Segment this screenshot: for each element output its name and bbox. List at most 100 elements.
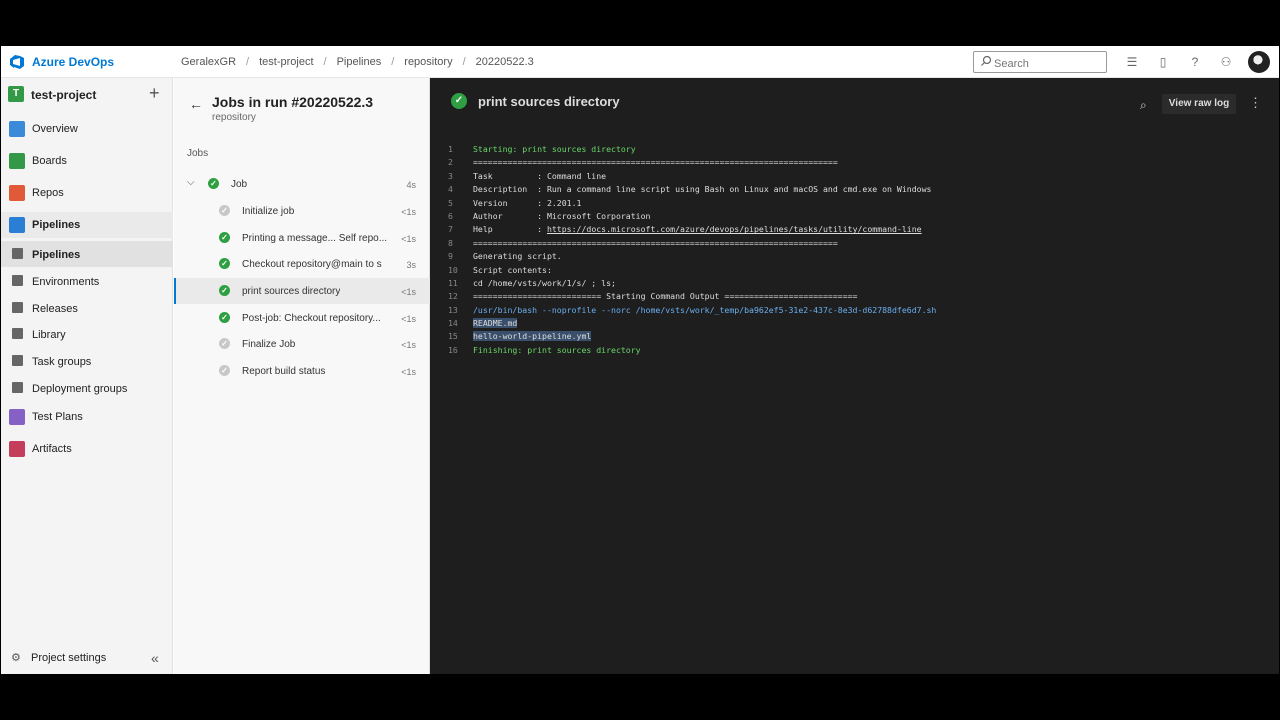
sidebar-item-label: Test Plans: [32, 411, 83, 423]
line-text: cd /home/vsts/work/1/s/ ; ls;: [473, 277, 616, 288]
top-bar: Azure DevOps GeralexGR / test-project / Pipe…: [1, 46, 1279, 78]
breadcrumb-run[interactable]: 20220522.3: [476, 56, 534, 68]
step-duration: <1s: [401, 234, 416, 244]
browser-frame: Azure DevOps GeralexGR / test-project / Pipe…: [1, 46, 1279, 674]
skipped-icon: ✓: [219, 205, 230, 216]
view-raw-log-button[interactable]: View raw log: [1162, 94, 1236, 114]
line-text: /usr/bin/bash --noprofile --norc /home/v…: [473, 304, 937, 315]
log-line: 7 Help : https://docs.microsoft.com/azure…: [448, 223, 936, 236]
step-label: Checkout repository@main to s: [242, 259, 382, 270]
step-row[interactable]: ✓ Report build status <1s: [174, 358, 430, 384]
success-icon: ✓: [219, 258, 230, 269]
step-row[interactable]: ✓ Checkout repository@main to s 3s: [174, 251, 430, 277]
back-arrow-icon[interactable]: ←: [189, 96, 203, 112]
collapse-sidebar-icon[interactable]: «: [151, 650, 159, 666]
avatar[interactable]: [1248, 51, 1270, 73]
test-plans-icon: [9, 409, 25, 425]
line-number: 3: [448, 170, 453, 181]
sidebar-item-boards[interactable]: Boards: [1, 148, 173, 174]
project-name[interactable]: test-project: [31, 88, 96, 102]
more-options-icon[interactable]: ⋮: [1249, 95, 1262, 111]
boards-icon: [9, 153, 25, 169]
step-duration: <1s: [401, 314, 416, 324]
line-number: 11: [448, 277, 458, 288]
job-row[interactable]: ⌵ ✓ Job 4s: [174, 171, 430, 197]
sidebar-item-repos[interactable]: Repos: [1, 180, 173, 206]
sidebar-item-overview[interactable]: Overview: [1, 116, 173, 142]
log-lines: 1 Starting: print sources directory 2 ====…: [448, 143, 936, 357]
line-text: ========================================…: [473, 157, 838, 168]
sidebar: T test-project + Overview Boards Repos P…: [1, 78, 173, 674]
breadcrumb-project[interactable]: test-project: [259, 56, 313, 68]
sidebar-subitem-task-groups[interactable]: Task groups: [1, 348, 173, 374]
line-number: 12: [448, 291, 458, 302]
step-row-selected[interactable]: ✓ print sources directory <1s: [174, 278, 430, 304]
skipped-icon: ✓: [219, 365, 230, 376]
line-text: Help :: [473, 224, 547, 235]
sidebar-item-pipelines[interactable]: Pipelines: [1, 212, 173, 238]
breadcrumb-org[interactable]: GeralexGR: [181, 56, 236, 68]
step-row[interactable]: ✓ Finalize Job <1s: [174, 331, 430, 357]
skipped-icon: ✓: [219, 338, 230, 349]
project-settings-label: Project settings: [31, 652, 107, 664]
line-number: 14: [448, 318, 458, 329]
line-number: 8: [448, 237, 453, 248]
line-number: 6: [448, 210, 453, 221]
breadcrumb-separator: /: [462, 56, 466, 68]
brand-name[interactable]: Azure DevOps: [32, 55, 114, 69]
log-panel: ✓ print sources directory ⌕ View raw log…: [430, 78, 1279, 674]
sidebar-item-artifacts[interactable]: Artifacts: [1, 436, 173, 462]
line-number: 9: [448, 251, 453, 262]
success-icon: ✓: [451, 93, 467, 109]
sidebar-subitem-deployment-groups[interactable]: Deployment groups: [1, 375, 173, 401]
sidebar-item-test-plans[interactable]: Test Plans: [1, 404, 173, 430]
azure-devops-logo-icon[interactable]: [9, 54, 25, 70]
help-icon[interactable]: ?: [1188, 55, 1202, 69]
log-line: 15 hello-world-pipeline.yml: [448, 330, 936, 343]
log-line: 14 README.md: [448, 317, 936, 330]
pipelines-icon: [9, 217, 25, 233]
chevron-down-icon[interactable]: ⌵: [187, 177, 195, 188]
log-line: 1 Starting: print sources directory: [448, 143, 936, 156]
log-line: 3 Task : Command line: [448, 170, 936, 183]
step-label: print sources directory: [242, 286, 341, 297]
step-row[interactable]: ✓ Initialize job <1s: [174, 198, 430, 224]
success-icon: ✓: [219, 312, 230, 323]
log-line: 13/usr/bin/bash --noprofile --norc /home…: [448, 304, 936, 317]
line-text: Starting: print sources directory: [473, 144, 636, 154]
sidebar-subitem-releases[interactable]: Releases: [1, 295, 173, 321]
success-icon: ✓: [219, 232, 230, 243]
list-icon[interactable]: ☰: [1125, 55, 1139, 69]
sidebar-item-label: Repos: [32, 187, 64, 199]
log-line: 12 ========================== Starting Co…: [448, 290, 936, 303]
search-icon: [981, 55, 992, 66]
job-label: Job: [231, 179, 248, 190]
line-number: 15: [448, 331, 458, 342]
add-icon[interactable]: +: [149, 83, 160, 104]
step-label: Finalize Job: [242, 339, 296, 350]
step-label: Initialize job: [242, 206, 295, 217]
sidebar-item-label: Deployment groups: [32, 383, 128, 395]
project-settings[interactable]: ⚙ Project settings: [11, 651, 106, 664]
gear-icon: ⚙: [11, 652, 21, 664]
search-input[interactable]: [973, 51, 1107, 73]
breadcrumb-pipelines[interactable]: Pipelines: [337, 56, 382, 68]
breadcrumb-repository[interactable]: repository: [404, 56, 452, 68]
sidebar-subitem-environments[interactable]: Environments: [1, 268, 173, 294]
sidebar-subitem-pipelines[interactable]: Pipelines: [1, 241, 173, 267]
line-text: README.md: [473, 318, 518, 329]
step-row[interactable]: ✓ Post-job: Checkout repository... <1s: [174, 305, 430, 331]
log-line: 11 cd /home/vsts/work/1/s/ ; ls;: [448, 277, 936, 290]
pipelines-sub-icon: [12, 248, 23, 259]
step-label: Post-job: Checkout repository...: [242, 313, 381, 324]
repos-icon: [9, 185, 25, 201]
shopping-bag-icon[interactable]: ▯: [1156, 55, 1170, 69]
line-text: Finishing: print sources directory: [473, 344, 641, 355]
search-icon[interactable]: ⌕: [1140, 98, 1147, 113]
step-row[interactable]: ✓ Printing a message... Self repo... <1s: [174, 225, 430, 251]
log-line: 10 Script contents:: [448, 264, 936, 277]
log-line: 8 =======================================…: [448, 237, 936, 250]
help-link[interactable]: https://docs.microsoft.com/azure/devops/…: [547, 224, 922, 234]
user-settings-icon[interactable]: ⚇: [1219, 55, 1233, 69]
sidebar-subitem-library[interactable]: Library: [1, 321, 173, 347]
